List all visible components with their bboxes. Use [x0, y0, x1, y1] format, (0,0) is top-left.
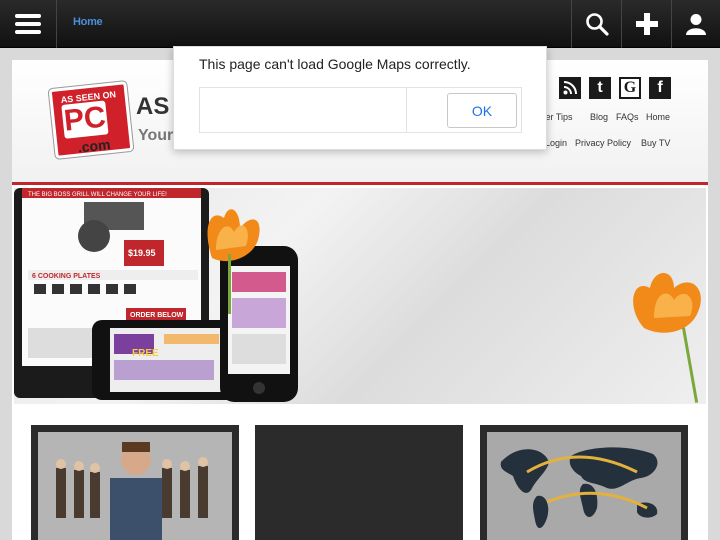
- rss-link[interactable]: [559, 77, 581, 99]
- dialog-divider: [406, 88, 407, 132]
- nav-login[interactable]: Login: [545, 138, 567, 148]
- ok-button[interactable]: OK: [447, 93, 517, 128]
- promo-price: $19.95: [128, 248, 156, 258]
- hero-banner[interactable]: THE BIG BOSS GRILL WILL CHANGE YOUR LIFE…: [14, 188, 706, 404]
- facebook-link[interactable]: f: [649, 77, 671, 99]
- breadcrumb-home[interactable]: Home: [73, 16, 103, 28]
- search-icon: [585, 13, 609, 36]
- dialog-message: This page can't load Google Maps correct…: [199, 56, 471, 72]
- plus-icon: [635, 13, 658, 35]
- nav-blog[interactable]: Blog: [590, 112, 608, 122]
- thumbnail-dark[interactable]: [255, 425, 463, 540]
- thumbnail-team[interactable]: [31, 425, 239, 540]
- tumblr-icon: t: [597, 79, 603, 96]
- logo-brand-text: AS: [136, 93, 170, 120]
- promo-cooking-plates: 6 COOKING PLATES: [32, 273, 101, 280]
- tumblr-link[interactable]: t: [589, 77, 611, 99]
- logo-pc-text: PC: [61, 100, 109, 139]
- rss-icon: [563, 81, 577, 95]
- user-button[interactable]: [671, 0, 720, 48]
- facebook-icon: f: [657, 79, 663, 96]
- google-link[interactable]: G: [619, 77, 641, 99]
- search-button[interactable]: [571, 0, 621, 48]
- promo-headline: THE BIG BOSS GRILL WILL CHANGE YOUR LIFE…: [28, 192, 167, 198]
- promo-order-below: ORDER BELOW: [130, 312, 184, 319]
- logo-tagline-text: Your: [138, 127, 174, 144]
- nav-faqs[interactable]: FAQs: [616, 112, 639, 122]
- menu-button[interactable]: [0, 0, 57, 48]
- google-icon: G: [623, 79, 637, 96]
- logo-badge: AS SEEN ON PC .com: [48, 81, 134, 159]
- site-logo[interactable]: AS SEEN ON PC .com: [48, 81, 134, 159]
- world-map-image: [487, 432, 681, 540]
- menu-icon: [15, 14, 41, 34]
- banner-illustration: THE BIG BOSS GRILL WILL CHANGE YOUR LIFE…: [14, 188, 701, 403]
- maps-error-dialog: This page can't load Google Maps correct…: [173, 46, 547, 150]
- user-icon: [686, 14, 706, 35]
- nav-buy-tv[interactable]: Buy TV: [641, 138, 670, 148]
- thumbnail-world-map[interactable]: [480, 425, 688, 540]
- logo-com-text: .com: [76, 136, 112, 156]
- promo-free: FREE: [132, 348, 159, 359]
- dialog-button-bar: OK: [199, 87, 522, 133]
- add-button[interactable]: [621, 0, 671, 48]
- nav-home[interactable]: Home: [646, 112, 670, 122]
- people-image: [38, 432, 232, 540]
- nav-privacy-policy[interactable]: Privacy Policy: [575, 138, 631, 148]
- top-bar: Home: [0, 0, 720, 48]
